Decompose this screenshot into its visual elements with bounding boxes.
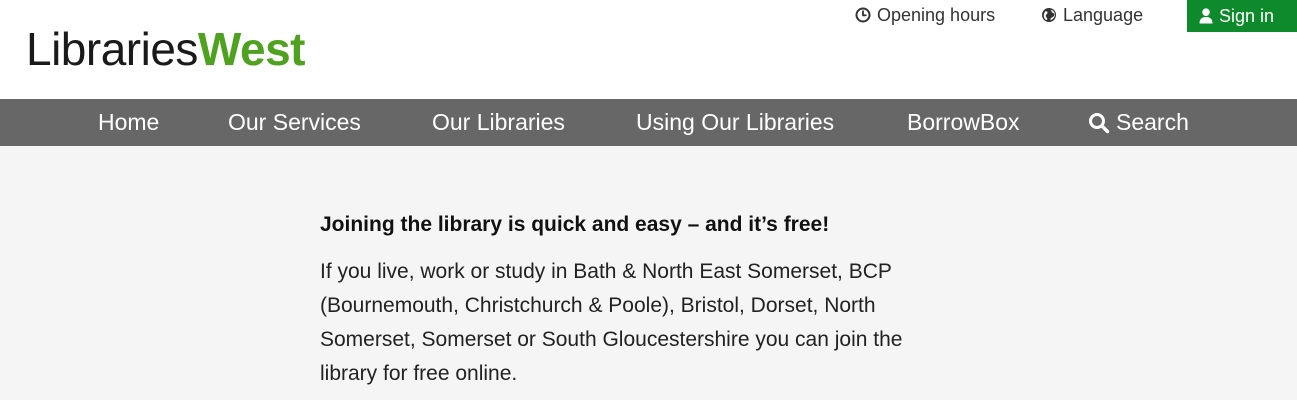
nav-item-home[interactable]: Home (98, 99, 159, 146)
main-content: Joining the library is quick and easy – … (0, 146, 1297, 400)
nav-item-label: Home (98, 109, 160, 135)
nav-item-search[interactable]: Search (1088, 99, 1189, 146)
user-icon (1199, 8, 1213, 24)
clock-icon (855, 7, 871, 23)
opening-hours-link[interactable]: Opening hours (855, 4, 995, 26)
nav-item-label: Our Libraries (432, 109, 565, 135)
globe-icon (1042, 8, 1056, 22)
nav-item-label: Our Services (228, 109, 361, 135)
opening-hours-label: Opening hours (877, 4, 996, 25)
nav-item-our-services[interactable]: Our Services (228, 99, 361, 146)
nav-item-label: BorrowBox (907, 109, 1020, 135)
main-nav: Home Our Services Our Libraries Using Ou… (0, 99, 1297, 146)
sign-in-button[interactable]: Sign in (1187, 0, 1297, 32)
join-description: If you live, work or study in Bath & Nor… (320, 260, 903, 385)
language-link[interactable]: Language (1041, 4, 1143, 26)
logo-text-libraries: Libraries (26, 23, 198, 75)
nav-item-label: Using Our Libraries (636, 109, 835, 135)
join-info: Joining the library is quick and easy – … (320, 212, 960, 391)
nav-item-using-our-libraries[interactable]: Using Our Libraries (636, 99, 834, 146)
nav-item-our-libraries[interactable]: Our Libraries (432, 99, 565, 146)
nav-item-label: Search (1116, 109, 1189, 135)
site-logo[interactable]: LibrariesWest (26, 22, 306, 76)
nav-item-borrowbox[interactable]: BorrowBox (907, 99, 1019, 146)
sign-in-label: Sign in (1219, 5, 1275, 26)
language-label: Language (1063, 4, 1144, 25)
search-icon (1089, 112, 1110, 133)
logo-text-west: West (197, 23, 306, 75)
page: LibrariesWest Opening hours Language Sig… (0, 0, 1297, 400)
site-header: LibrariesWest Opening hours Language Sig… (0, 0, 1297, 99)
join-heading: Joining the library is quick and easy – … (320, 213, 830, 236)
